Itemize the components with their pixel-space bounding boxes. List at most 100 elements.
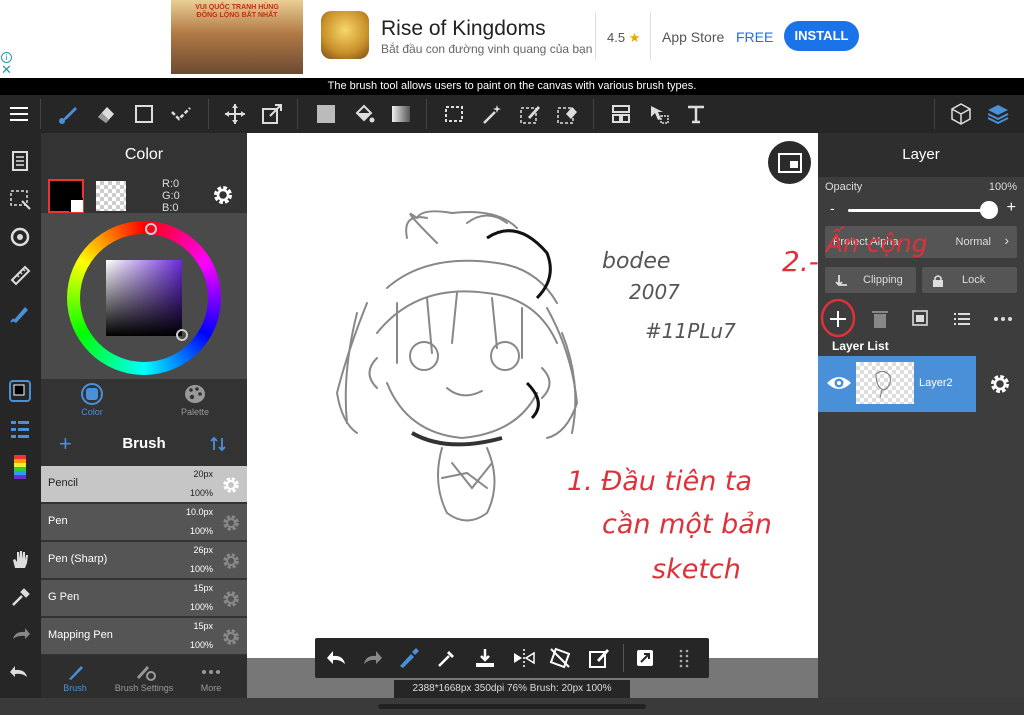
snap-icon[interactable] <box>6 223 34 251</box>
magic-wand-icon[interactable] <box>477 99 507 129</box>
undo-icon[interactable] <box>6 658 34 686</box>
hand-tool-icon[interactable] <box>6 545 34 573</box>
brush-size: 15px <box>193 583 213 593</box>
gradient-tool-icon[interactable] <box>386 99 416 129</box>
tab-more[interactable]: More <box>191 663 231 693</box>
opacity-decrease-button[interactable]: - <box>830 200 835 216</box>
blend-mode-row[interactable]: Protect Alpha Normal › <box>825 226 1017 258</box>
opacity-increase-button[interactable]: + <box>1007 199 1016 217</box>
sort-brushes-icon[interactable] <box>209 435 227 458</box>
grip-dots-icon[interactable] <box>677 648 697 673</box>
lock-button[interactable]: Lock <box>922 267 1017 293</box>
duplicate-layer-icon[interactable] <box>909 307 933 331</box>
add-layer-icon[interactable] <box>826 307 850 331</box>
blend-mode-value[interactable]: Normal <box>956 236 991 248</box>
rotate-reset-icon[interactable] <box>548 646 572 675</box>
select-tool-icon[interactable] <box>439 99 469 129</box>
move-tool-icon[interactable] <box>220 99 250 129</box>
bucket-tool-icon[interactable] <box>349 99 379 129</box>
import-icon[interactable] <box>473 646 497 675</box>
ad-title[interactable]: Rise of Kingdoms <box>381 17 546 41</box>
visibility-eye-icon[interactable] <box>826 374 852 392</box>
flip-icon[interactable] <box>512 646 536 675</box>
ad-game-image[interactable]: VUI QUỐC TRANH HÙNG ĐÔNG LỘNG BẤT NHẤT <box>171 0 303 74</box>
layer-row[interactable]: Layer2 <box>818 356 976 412</box>
layer-thumbnail[interactable] <box>856 362 914 404</box>
clipping-button[interactable]: Clipping <box>825 267 916 293</box>
shape-tool-icon[interactable] <box>129 99 159 129</box>
sv-knob[interactable] <box>176 329 188 341</box>
color-palette-bar-icon[interactable] <box>6 453 34 481</box>
brush-quick-icon[interactable] <box>397 646 421 675</box>
color-settings-gear-icon[interactable] <box>211 183 235 212</box>
undo-icon[interactable] <box>325 646 349 675</box>
hue-knob[interactable] <box>145 223 157 235</box>
navigator-button[interactable] <box>768 141 811 184</box>
tab-color[interactable]: Color <box>62 383 122 417</box>
tab-brush-settings[interactable]: Brush Settings <box>111 663 177 693</box>
select-eraser-icon[interactable] <box>552 99 582 129</box>
gear-icon[interactable] <box>221 475 241 500</box>
canvas-artwork: bodee 2007 #11PLu7 1. Đầu tiên ta cần mộ… <box>335 210 818 585</box>
install-button[interactable]: INSTALL <box>784 21 859 51</box>
frame-divider-icon[interactable] <box>606 99 636 129</box>
redo-icon[interactable] <box>360 646 384 675</box>
color-swatch-icon[interactable] <box>6 377 34 405</box>
gear-icon[interactable] <box>221 627 241 652</box>
left-tool-strip <box>0 133 41 698</box>
transform-tool-icon[interactable] <box>257 99 287 129</box>
background-color-swatch[interactable] <box>96 181 126 211</box>
eyedropper-icon[interactable] <box>435 646 459 675</box>
selection-icon[interactable] <box>6 185 34 213</box>
layers-icon[interactable] <box>983 99 1013 129</box>
3d-material-icon[interactable] <box>946 99 976 129</box>
eraser-tool-icon[interactable] <box>91 99 121 129</box>
ruler-icon[interactable] <box>6 261 34 289</box>
delete-layer-icon[interactable] <box>868 307 892 331</box>
gear-icon[interactable] <box>221 551 241 576</box>
color-panel: Color R:0 G:0 B:0 Color Palette <box>41 133 247 423</box>
ad-banner[interactable]: i ✕ VUI QUỐC TRANH HÙNG ĐÔNG LỘNG BẤT NH… <box>0 0 1024 78</box>
operation-tool-icon[interactable] <box>644 99 674 129</box>
brush-item-pen-sharp[interactable]: Pen (Sharp) 26px 100% <box>41 541 247 578</box>
foreground-color-swatch[interactable] <box>48 179 84 213</box>
pen-pressure-icon[interactable] <box>6 299 34 327</box>
brush-item-g-pen[interactable]: G Pen 15px 100% <box>41 579 247 616</box>
tab-brush[interactable]: Brush <box>55 663 95 693</box>
sketch-text-1: bodee <box>602 249 670 274</box>
brush-item-pen[interactable]: Pen 10.0px 100% <box>41 503 247 540</box>
ad-divider <box>595 12 596 60</box>
menu-icon[interactable] <box>4 99 34 129</box>
fullscreen-icon[interactable] <box>633 646 657 675</box>
ad-app-icon[interactable] <box>321 11 369 59</box>
ad-rating: 4.5 ★ <box>607 30 640 46</box>
ad-rating-value: 4.5 <box>607 30 626 45</box>
protect-alpha-label[interactable]: Protect Alpha <box>833 236 898 248</box>
layer-list-icon[interactable] <box>950 307 974 331</box>
more-options-icon[interactable] <box>991 307 1015 331</box>
text-tool-icon[interactable] <box>681 99 711 129</box>
brush-list-icon[interactable] <box>6 415 34 443</box>
select-pen-icon[interactable] <box>515 99 545 129</box>
brush-tool-icon[interactable] <box>53 99 83 129</box>
main-toolbar <box>0 95 1024 133</box>
gear-icon[interactable] <box>221 513 241 538</box>
eyedropper-icon[interactable] <box>6 583 34 611</box>
fill-color-icon[interactable] <box>311 99 341 129</box>
saturation-value-square[interactable] <box>106 260 182 336</box>
layer-settings-gear-icon[interactable] <box>988 372 1012 401</box>
opacity-slider[interactable] <box>848 209 988 212</box>
opacity-slider-knob[interactable] <box>980 201 998 219</box>
select-edit-icon[interactable] <box>587 646 611 675</box>
brush-item-pencil[interactable]: Pencil 20px 100% <box>41 465 247 502</box>
sketch-text-2: 2007 <box>629 280 680 304</box>
line-tool-icon[interactable] <box>166 99 196 129</box>
tab-palette[interactable]: Palette <box>165 383 225 417</box>
gear-icon[interactable] <box>221 589 241 614</box>
brush-opacity: 100% <box>189 602 213 612</box>
redo-icon[interactable] <box>6 620 34 648</box>
ad-close-icon[interactable]: ✕ <box>1 62 12 78</box>
pages-icon[interactable] <box>6 147 34 175</box>
brush-item-mapping-pen[interactable]: Mapping Pen 15px 100% <box>41 617 247 654</box>
chevron-right-icon[interactable]: › <box>1004 232 1009 248</box>
